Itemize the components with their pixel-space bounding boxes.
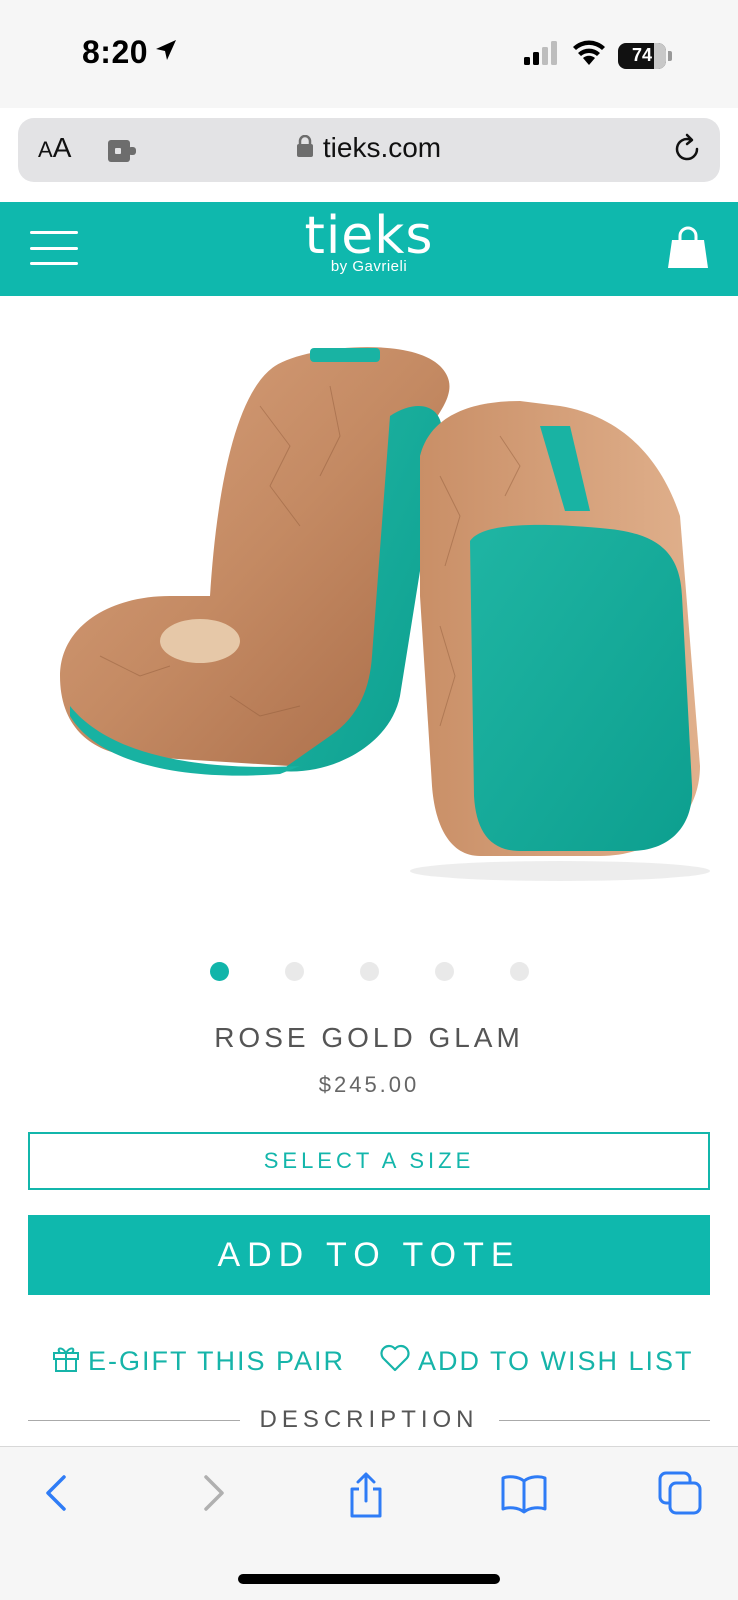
bookmarks-icon[interactable] [500, 1471, 548, 1520]
product-price: $245.00 [318, 1072, 420, 1097]
wishlist-label: ADD TO WISH LIST [418, 1346, 694, 1376]
url-text: tieks.com [322, 132, 442, 163]
home-indicator[interactable] [238, 1574, 500, 1584]
egift-link[interactable]: E-GIFT THIS PAIR [52, 1344, 345, 1379]
status-time-group: 8:20 [82, 34, 178, 71]
wifi-icon [572, 40, 606, 71]
forward-icon[interactable] [198, 1471, 230, 1520]
status-time: 8:20 [82, 34, 149, 70]
tabs-icon[interactable] [658, 1471, 704, 1522]
add-to-tote-button[interactable]: ADD TO TOTE [28, 1215, 710, 1295]
divider [498, 1419, 711, 1421]
carousel-dot[interactable] [209, 962, 229, 981]
carousel-dot[interactable] [509, 962, 529, 981]
carousel-dot[interactable] [284, 962, 304, 981]
signal-icon [524, 41, 560, 70]
select-size-button[interactable]: SELECT A SIZE [28, 1132, 710, 1190]
site-logo[interactable]: tieks by Gavrieli [0, 208, 738, 275]
share-icon[interactable] [346, 1471, 386, 1524]
battery-level: 74 [631, 45, 653, 65]
egift-label: E-GIFT THIS PAIR [88, 1346, 346, 1376]
shopping-bag-icon[interactable] [666, 226, 710, 275]
gift-icon [52, 1344, 80, 1379]
status-bar: 8:20 74 [0, 0, 738, 108]
carousel-dot[interactable] [434, 962, 454, 981]
url-display[interactable]: tieks.com [18, 132, 720, 164]
product-image[interactable] [0, 296, 738, 936]
reload-icon[interactable] [670, 132, 704, 171]
status-indicators: 74 [524, 40, 672, 71]
location-arrow-icon [154, 38, 178, 67]
wishlist-link[interactable]: ADD TO WISH LIST [380, 1344, 694, 1379]
heart-icon [380, 1344, 410, 1379]
description-label: DESCRIPTION [259, 1406, 479, 1433]
back-icon[interactable] [40, 1471, 72, 1520]
divider [28, 1419, 240, 1421]
carousel-dot[interactable] [359, 962, 379, 981]
image-carousel-dots [0, 962, 738, 981]
lock-icon [296, 132, 313, 164]
battery-icon: 74 [618, 42, 672, 69]
product-title: ROSE GOLD GLAM [214, 1022, 524, 1053]
site-header: tieks by Gavrieli [0, 202, 738, 296]
description-heading[interactable]: DESCRIPTION [28, 1406, 711, 1434]
address-bar[interactable]: AA tieks.com [18, 118, 720, 182]
